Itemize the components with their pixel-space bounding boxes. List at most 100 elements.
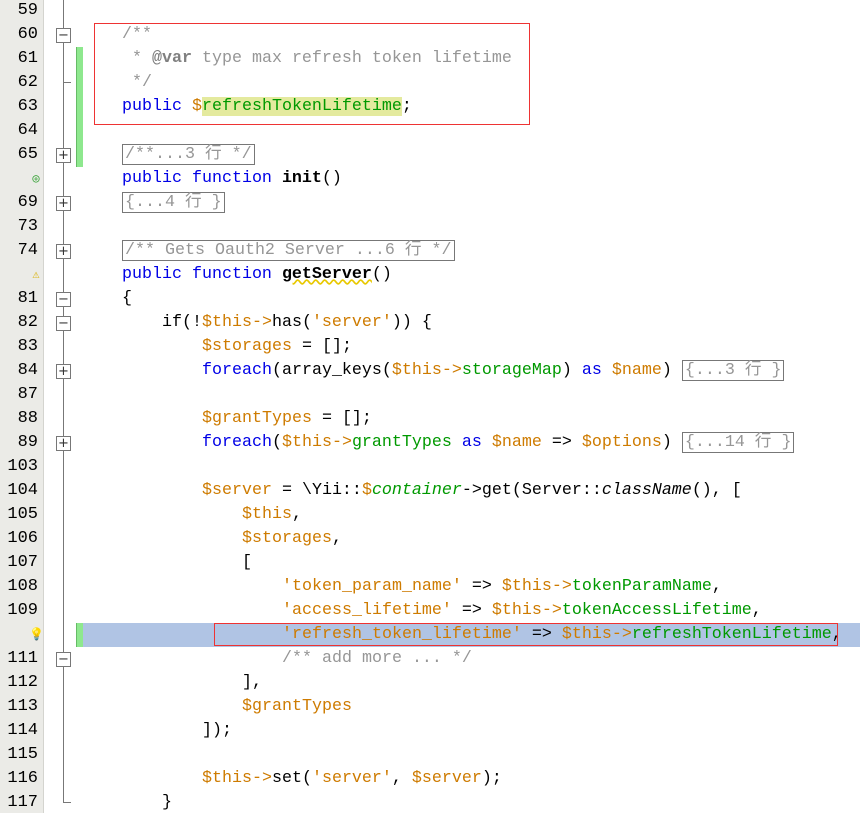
code-line[interactable]: 113 $grantTypes xyxy=(0,695,860,719)
override-icon[interactable]: ◎ xyxy=(29,172,43,186)
code-text: [ xyxy=(242,551,252,575)
code-line[interactable]: 109 'access_lifetime' => $this->tokenAcce… xyxy=(0,599,860,623)
code-line[interactable]: 81 − { xyxy=(0,287,860,311)
code-text: public function getServer() xyxy=(122,263,392,287)
code-token: tokenParamName xyxy=(571,577,712,596)
code-line[interactable]: 84 + foreach(array_keys($this->storageMap)… xyxy=(0,359,860,383)
code-text: if(!$this->has('server')) { xyxy=(162,311,432,335)
code-line[interactable]: 117} xyxy=(0,791,860,815)
code-token: ) xyxy=(661,361,682,380)
code-token: , xyxy=(391,769,412,788)
code-line[interactable]: 107 [ xyxy=(0,551,860,575)
code-token: 'token_param_name' xyxy=(282,577,462,596)
code-line[interactable]: 105 $this, xyxy=(0,503,860,527)
line-number: 111 xyxy=(7,649,38,668)
code-token: )) { xyxy=(391,313,432,332)
code-text: $this, xyxy=(242,503,302,527)
code-text: $storages, xyxy=(242,527,342,551)
code-text: foreach(array_keys($this->storageMap) as… xyxy=(202,359,785,383)
code-token: $this-> xyxy=(201,313,272,332)
line-number: 61 xyxy=(17,49,38,68)
code-line[interactable]: 83 $storages = []; xyxy=(0,335,860,359)
warning-icon[interactable]: ⚠ xyxy=(29,268,43,282)
expand-fold-icon[interactable]: + xyxy=(56,244,71,259)
code-line[interactable]: ◎ public function init() xyxy=(0,167,860,191)
expand-fold-icon[interactable]: + xyxy=(56,436,71,451)
code-line[interactable]: 88 $grantTypes = []; xyxy=(0,407,860,431)
code-token: $server xyxy=(411,769,482,788)
code-line[interactable]: 112], xyxy=(0,671,860,695)
line-number: 69 xyxy=(17,193,38,212)
code-line[interactable]: 73 xyxy=(0,215,860,239)
code-line[interactable]: 111 − /** add more ... */ xyxy=(0,647,860,671)
code-token: () xyxy=(321,169,342,188)
code-token: $this-> xyxy=(491,601,562,620)
code-token: public function xyxy=(122,169,272,188)
code-token: $this xyxy=(242,505,292,524)
expand-fold-icon[interactable]: + xyxy=(56,148,71,163)
collapse-fold-icon[interactable]: − xyxy=(56,292,71,307)
code-line[interactable]: 65 + /**...3 行 */ xyxy=(0,143,860,167)
folded-code-block[interactable]: {...3 行 } xyxy=(681,360,785,381)
line-number: 109 xyxy=(7,601,38,620)
code-line[interactable]: 87 xyxy=(0,383,860,407)
line-number: 63 xyxy=(17,97,38,116)
collapse-fold-icon[interactable]: − xyxy=(56,316,71,331)
code-line[interactable]: 116 $this->set('server', $server); xyxy=(0,767,860,791)
annotation-box-property xyxy=(94,23,530,125)
line-number: 82 xyxy=(17,313,38,332)
line-number: 115 xyxy=(7,745,38,764)
code-line[interactable]: 114]); xyxy=(0,719,860,743)
code-token: } xyxy=(162,793,172,812)
line-number: 103 xyxy=(7,457,38,476)
collapse-fold-icon[interactable]: − xyxy=(56,652,71,667)
change-marker xyxy=(76,119,83,143)
folded-code-block[interactable]: /** Gets Oauth2 Server ...6 行 */ xyxy=(122,240,455,261)
line-number: 105 xyxy=(7,505,38,524)
code-line[interactable]: 115 xyxy=(0,743,860,767)
expand-fold-icon[interactable]: + xyxy=(56,364,71,379)
code-line[interactable]: 89 + foreach($this->grantTypes as $name =>… xyxy=(0,431,860,455)
code-line[interactable]: 82 − if(!$this->has('server')) { xyxy=(0,311,860,335)
folded-code-block[interactable]: {...4 行 } xyxy=(122,192,225,213)
code-line[interactable]: 103 xyxy=(0,455,860,479)
bulb-icon[interactable]: 💡 xyxy=(29,628,44,642)
code-text: /** Gets Oauth2 Server ...6 行 */ xyxy=(122,239,455,263)
code-token: $this-> xyxy=(391,361,462,380)
code-token: => xyxy=(461,577,502,596)
code-token: 'server' xyxy=(311,769,392,788)
code-line[interactable]: ⚠ public function getServer() xyxy=(0,263,860,287)
code-token: container xyxy=(371,481,462,500)
line-number: 113 xyxy=(7,697,38,716)
line-number: 88 xyxy=(17,409,38,428)
code-line[interactable]: 104 $server = \Yii::$container->get(Serve… xyxy=(0,479,860,503)
code-token: ) xyxy=(561,361,582,380)
code-token: $this-> xyxy=(281,433,352,452)
annotation-box-current-line xyxy=(214,623,838,646)
line-number: 83 xyxy=(17,337,38,356)
code-token: $storages xyxy=(202,337,292,356)
code-token: className xyxy=(601,481,692,500)
folded-code-block[interactable]: {...14 行 } xyxy=(681,432,795,453)
code-text: $grantTypes xyxy=(242,695,352,719)
code-token: = []; xyxy=(311,409,372,428)
line-number: 74 xyxy=(17,241,38,260)
code-token: = \Yii:: xyxy=(271,481,362,500)
code-line[interactable]: 59 xyxy=(0,0,860,23)
code-token: $server xyxy=(202,481,272,500)
fold-end-tick xyxy=(63,82,71,83)
expand-fold-icon[interactable]: + xyxy=(56,196,71,211)
line-number: 62 xyxy=(17,73,38,92)
folded-code-block[interactable]: /**...3 行 */ xyxy=(122,144,255,165)
line-number: 60 xyxy=(17,25,38,44)
code-line[interactable]: 106 $storages, xyxy=(0,527,860,551)
code-token: as xyxy=(581,361,602,380)
code-line[interactable]: 74 + /** Gets Oauth2 Server ...6 行 */ xyxy=(0,239,860,263)
code-line[interactable]: 69 + {...4 行 } xyxy=(0,191,860,215)
line-number: 117 xyxy=(7,793,38,812)
collapse-fold-icon[interactable]: − xyxy=(56,28,71,43)
code-line[interactable]: 108 'token_param_name' => $this->tokenPar… xyxy=(0,575,860,599)
